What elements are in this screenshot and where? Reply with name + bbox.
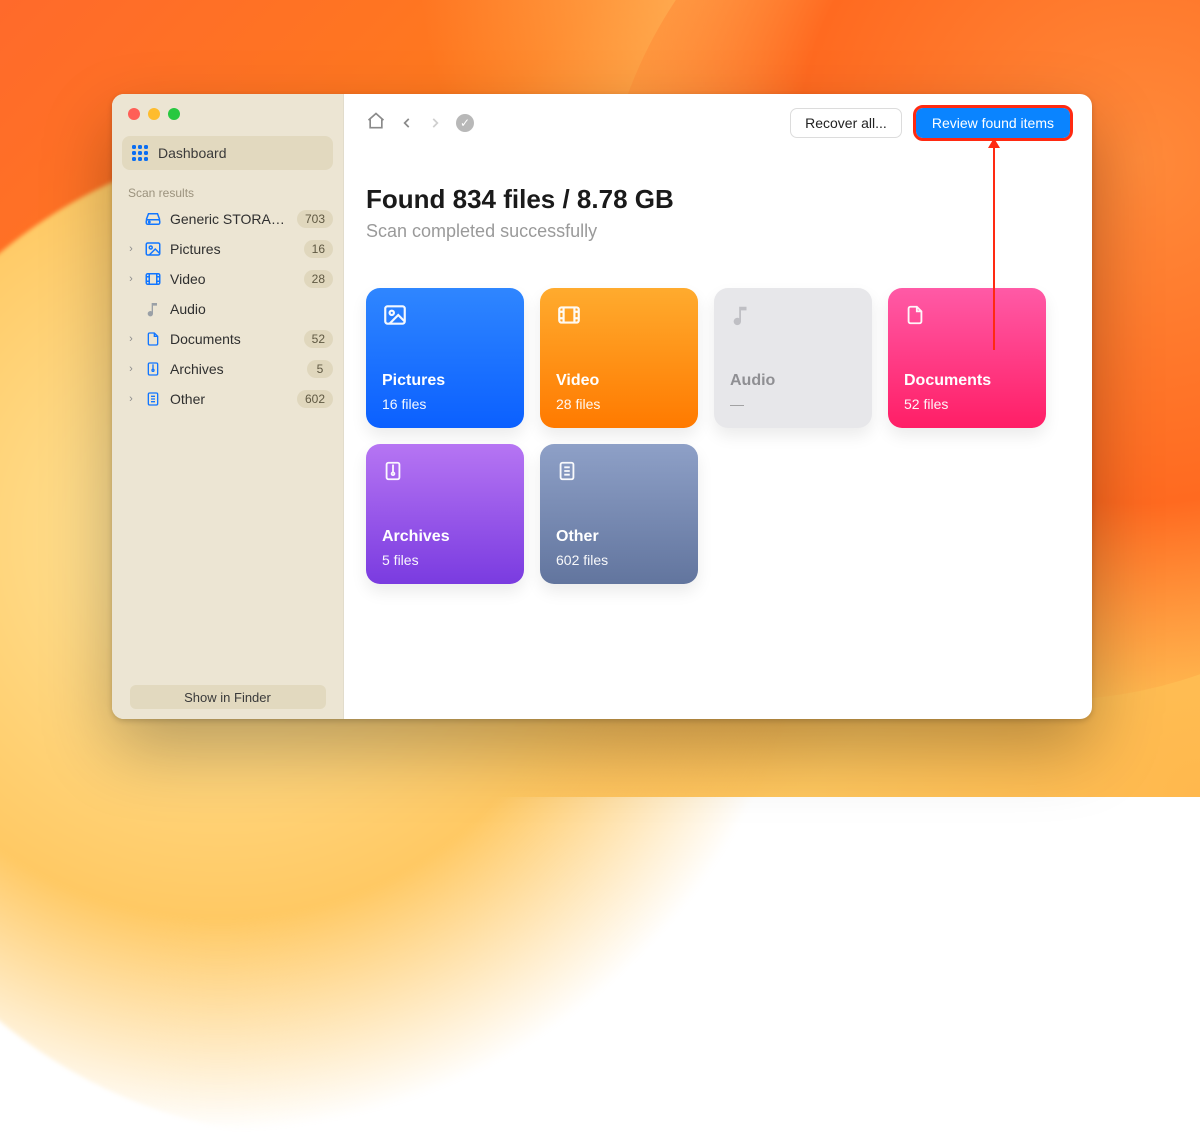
close-window-button[interactable]: [128, 108, 140, 120]
sidebar-item-count: 602: [297, 390, 333, 408]
review-found-items-button[interactable]: Review found items: [916, 108, 1070, 138]
summary-title: Found 834 files / 8.78 GB: [366, 184, 1070, 215]
sidebar-item-video[interactable]: › Video 28: [112, 264, 343, 294]
chevron-right-icon: ›: [126, 333, 136, 345]
sidebar-item-label: Pictures: [170, 241, 296, 257]
summary-subtitle: Scan completed successfully: [366, 221, 1070, 242]
tile-video[interactable]: Video 28 files: [540, 288, 698, 428]
tile-sub: —: [730, 396, 744, 412]
nav-forward-icon: [428, 114, 442, 132]
sidebar-item-label: Video: [170, 271, 296, 287]
document-icon: [904, 315, 926, 332]
tile-title: Audio: [730, 372, 775, 390]
tile-sub: 5 files: [382, 552, 419, 568]
category-tiles: Pictures 16 files Video 28 files Audio —: [366, 288, 1070, 584]
home-icon[interactable]: [366, 111, 386, 136]
tile-title: Video: [556, 372, 599, 390]
sidebar-item-pictures[interactable]: › Pictures 16: [112, 234, 343, 264]
chevron-right-icon: ›: [126, 393, 136, 405]
review-found-items-label: Review found items: [932, 115, 1054, 131]
tile-other[interactable]: Other 602 files: [540, 444, 698, 584]
audio-icon: [144, 300, 162, 318]
chevron-right-icon: ›: [126, 243, 136, 255]
sidebar-item-count: 16: [304, 240, 333, 258]
sidebar-item-label: Documents: [170, 331, 296, 347]
other-icon: [556, 471, 578, 488]
minimize-window-button[interactable]: [148, 108, 160, 120]
nav-back-icon[interactable]: [400, 114, 414, 132]
recover-all-button[interactable]: Recover all...: [790, 108, 902, 138]
main-content: ✓ Recover all... Review found items Foun…: [344, 94, 1092, 719]
tile-sub: 52 files: [904, 396, 948, 412]
audio-icon: [730, 315, 752, 332]
sidebar-item-count: 28: [304, 270, 333, 288]
tile-documents[interactable]: Documents 52 files: [888, 288, 1046, 428]
video-icon: [144, 270, 162, 288]
review-button-highlight: Review found items: [916, 108, 1070, 138]
sidebar: Dashboard Scan results Generic STORAG… 7…: [112, 94, 344, 719]
sidebar-item-archives[interactable]: › Archives 5: [112, 354, 343, 384]
tile-sub: 28 files: [556, 396, 600, 412]
window-controls: [112, 94, 343, 130]
tile-title: Other: [556, 528, 599, 546]
picture-icon: [144, 240, 162, 258]
sidebar-section-title: Scan results: [112, 180, 343, 204]
sidebar-item-label: Other: [170, 391, 289, 407]
picture-icon: [382, 315, 408, 332]
sidebar-item-label: Archives: [170, 361, 299, 377]
sidebar-item-label: Audio: [170, 301, 333, 317]
toolbar: ✓ Recover all... Review found items: [366, 108, 1070, 138]
app-window: Dashboard Scan results Generic STORAG… 7…: [112, 94, 1092, 719]
drive-icon: [144, 210, 162, 228]
tile-title: Documents: [904, 372, 991, 390]
document-icon: [144, 330, 162, 348]
sidebar-item-audio[interactable]: Audio: [112, 294, 343, 324]
tile-title: Pictures: [382, 372, 445, 390]
recover-all-label: Recover all...: [805, 115, 887, 131]
tile-pictures[interactable]: Pictures 16 files: [366, 288, 524, 428]
sidebar-dashboard-item[interactable]: Dashboard: [122, 136, 333, 170]
sidebar-item-label: Generic STORAG…: [170, 211, 289, 227]
other-icon: [144, 390, 162, 408]
sidebar-footer: Show in Finder: [112, 685, 343, 709]
tile-sub: 602 files: [556, 552, 608, 568]
tile-title: Archives: [382, 528, 450, 546]
sidebar-item-other[interactable]: › Other 602: [112, 384, 343, 414]
tile-sub: 16 files: [382, 396, 426, 412]
sidebar-item-count: 52: [304, 330, 333, 348]
tile-archives[interactable]: Archives 5 files: [366, 444, 524, 584]
dashboard-label: Dashboard: [158, 145, 227, 161]
tile-audio[interactable]: Audio —: [714, 288, 872, 428]
dashboard-icon: [132, 145, 148, 161]
show-in-finder-button[interactable]: Show in Finder: [130, 685, 326, 709]
sidebar-item-count: 703: [297, 210, 333, 228]
chevron-right-icon: ›: [126, 363, 136, 375]
sidebar-item-drive[interactable]: Generic STORAG… 703: [112, 204, 343, 234]
zoom-window-button[interactable]: [168, 108, 180, 120]
show-in-finder-label: Show in Finder: [184, 690, 271, 705]
sidebar-item-documents[interactable]: › Documents 52: [112, 324, 343, 354]
archive-icon: [382, 471, 404, 488]
status-check-icon: ✓: [456, 114, 474, 132]
video-icon: [556, 315, 582, 332]
archive-icon: [144, 360, 162, 378]
chevron-right-icon: ›: [126, 273, 136, 285]
sidebar-item-count: 5: [307, 360, 333, 378]
